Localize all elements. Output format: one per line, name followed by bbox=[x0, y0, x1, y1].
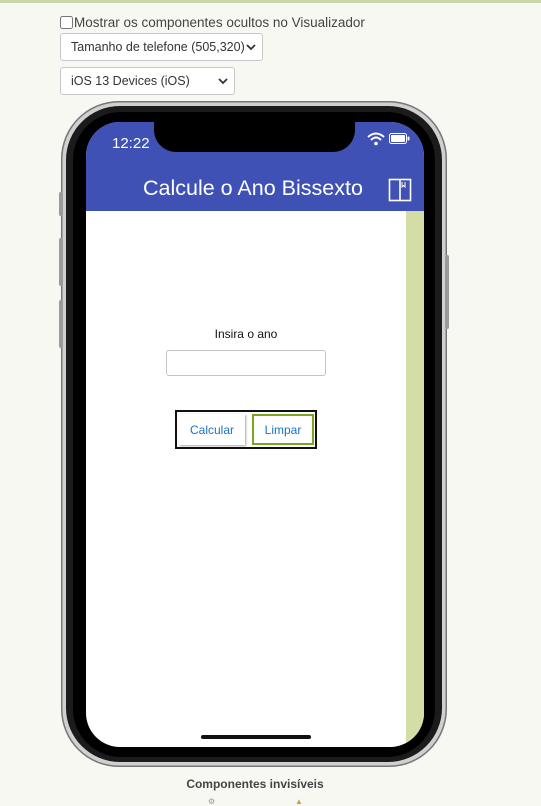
device-select[interactable]: iOS 13 Devices (iOS) bbox=[60, 67, 235, 95]
year-input[interactable] bbox=[166, 350, 326, 376]
year-prompt-label: Insira o ano bbox=[214, 327, 278, 341]
phone-notch bbox=[154, 122, 355, 152]
phone-size-value: Tamanho de telefone (505,320) bbox=[71, 40, 245, 54]
home-indicator bbox=[201, 735, 311, 739]
clear-button[interactable]: Limpar bbox=[252, 414, 314, 445]
device-value: iOS 13 Devices (iOS) bbox=[71, 74, 190, 88]
phone-power-button bbox=[445, 255, 449, 329]
show-hidden-components-toggle[interactable]: Mostrar os componentes ocultos no Visual… bbox=[60, 15, 365, 30]
invisible-components-label: Componentes invisíveis bbox=[186, 777, 324, 791]
phone-mute-switch bbox=[59, 192, 63, 216]
wifi-icon bbox=[367, 132, 385, 146]
status-time: 12:22 bbox=[112, 135, 150, 152]
chevron-down-icon bbox=[246, 44, 256, 51]
show-hidden-checkbox[interactable] bbox=[60, 16, 73, 29]
top-border bbox=[0, 0, 541, 3]
phone-screen: 12:22 Calcule o Ano Bissexto Insira o an… bbox=[86, 122, 424, 747]
show-hidden-label: Mostrar os componentes ocultos no Visual… bbox=[74, 15, 365, 30]
book-icon[interactable] bbox=[388, 178, 412, 202]
phone-size-select[interactable]: Tamanho de telefone (505,320) bbox=[60, 33, 263, 61]
app-title: Calcule o Ano Bissexto bbox=[143, 176, 363, 200]
chevron-down-icon bbox=[218, 78, 228, 85]
calculate-button[interactable]: Calcular bbox=[179, 414, 245, 445]
phone-volume-up bbox=[59, 238, 63, 286]
battery-icon bbox=[389, 133, 410, 144]
buttons-arrangement: Calcular Limpar bbox=[175, 410, 317, 449]
scrollbar[interactable] bbox=[406, 211, 424, 747]
phone-volume-down bbox=[59, 300, 63, 348]
